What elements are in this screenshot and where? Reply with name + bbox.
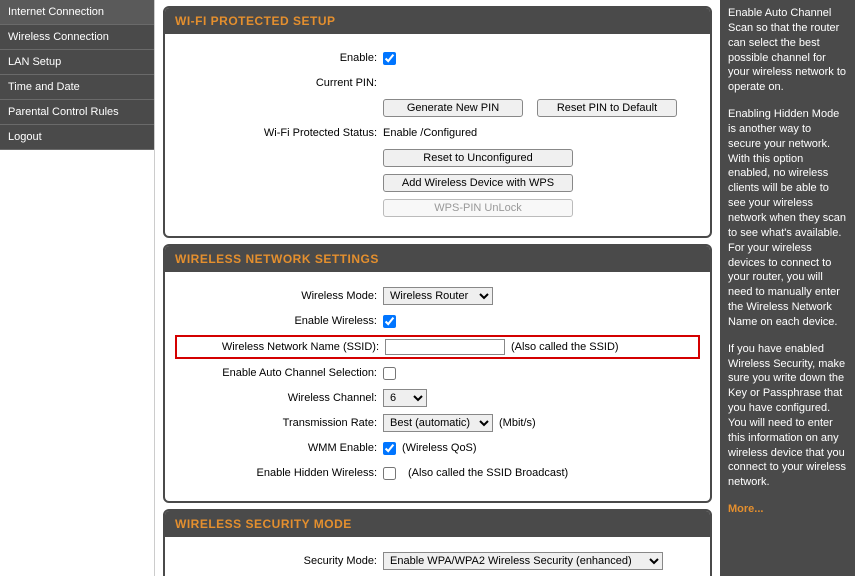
wlan-panel: WIRELESS NETWORK SETTINGS Wireless Mode:… bbox=[163, 244, 712, 503]
rate-unit: (Mbit/s) bbox=[499, 417, 536, 429]
sidebar-label: Time and Date bbox=[8, 81, 80, 93]
generate-pin-button[interactable]: Generate New PIN bbox=[383, 99, 523, 117]
sidebar-label: Internet Connection bbox=[8, 6, 104, 18]
sidebar-label: Parental Control Rules bbox=[8, 106, 119, 118]
wireless-mode-select[interactable]: Wireless Router bbox=[383, 287, 493, 305]
sidebar-item-time[interactable]: Time and Date bbox=[0, 75, 154, 100]
wps-title: WI-FI PROTECTED SETUP bbox=[165, 8, 710, 34]
ssid-row-highlight: Wireless Network Name (SSID): (Also call… bbox=[175, 335, 700, 359]
ssid-hint: (Also called the SSID) bbox=[511, 341, 619, 353]
security-title: WIRELESS SECURITY MODE bbox=[165, 511, 710, 537]
wps-pin-unlock-button[interactable]: WPS-PIN UnLock bbox=[383, 199, 573, 217]
sidebar-label: Logout bbox=[8, 131, 42, 143]
hidden-hint: (Also called the SSID Broadcast) bbox=[408, 467, 568, 479]
security-mode-select[interactable]: Enable WPA/WPA2 Wireless Security (enhan… bbox=[383, 552, 663, 570]
ssid-label: Wireless Network Name (SSID): bbox=[179, 341, 385, 353]
rate-label: Transmission Rate: bbox=[177, 417, 383, 429]
help-panel: Enable Auto Channel Scan so that the rou… bbox=[720, 0, 855, 576]
main-content: WI-FI PROTECTED SETUP Enable: Current PI… bbox=[155, 0, 720, 576]
sidebar: Internet Connection Wireless Connection … bbox=[0, 0, 155, 576]
sidebar-item-internet[interactable]: Internet Connection bbox=[0, 0, 154, 25]
reset-pin-button[interactable]: Reset PIN to Default bbox=[537, 99, 677, 117]
hidden-label: Enable Hidden Wireless: bbox=[177, 467, 383, 479]
wireless-channel-select[interactable]: 6 bbox=[383, 389, 427, 407]
wps-status-value: Enable /Configured bbox=[383, 127, 477, 139]
wps-enable-label: Enable: bbox=[177, 52, 383, 64]
wlan-mode-label: Wireless Mode: bbox=[177, 290, 383, 302]
sidebar-item-wireless[interactable]: Wireless Connection bbox=[0, 25, 154, 50]
security-panel: WIRELESS SECURITY MODE Security Mode: En… bbox=[163, 509, 712, 576]
auto-channel-checkbox[interactable] bbox=[383, 367, 396, 380]
sidebar-item-logout[interactable]: Logout bbox=[0, 125, 154, 150]
wps-enable-checkbox[interactable] bbox=[383, 52, 396, 65]
enable-wireless-checkbox[interactable] bbox=[383, 315, 396, 328]
wps-pin-label: Current PIN: bbox=[177, 77, 383, 89]
wmm-hint: (Wireless QoS) bbox=[402, 442, 477, 454]
wmm-enable-checkbox[interactable] bbox=[383, 442, 396, 455]
security-mode-label: Security Mode: bbox=[177, 555, 383, 567]
wps-status-label: Wi-Fi Protected Status: bbox=[177, 127, 383, 139]
ssid-input[interactable] bbox=[385, 339, 505, 355]
wmm-label: WMM Enable: bbox=[177, 442, 383, 454]
wps-panel: WI-FI PROTECTED SETUP Enable: Current PI… bbox=[163, 6, 712, 238]
wlan-title: WIRELESS NETWORK SETTINGS bbox=[165, 246, 710, 272]
sidebar-label: Wireless Connection bbox=[8, 31, 109, 43]
help-paragraph: Enable Auto Channel Scan so that the rou… bbox=[728, 6, 847, 95]
hidden-wireless-checkbox[interactable] bbox=[383, 467, 396, 480]
sidebar-item-lan[interactable]: LAN Setup bbox=[0, 50, 154, 75]
add-wireless-device-button[interactable]: Add Wireless Device with WPS bbox=[383, 174, 573, 192]
wlan-enable-label: Enable Wireless: bbox=[177, 315, 383, 327]
reset-unconfigured-button[interactable]: Reset to Unconfigured bbox=[383, 149, 573, 167]
channel-label: Wireless Channel: bbox=[177, 392, 383, 404]
help-more-link[interactable]: More... bbox=[728, 503, 763, 515]
sidebar-label: LAN Setup bbox=[8, 56, 61, 68]
sidebar-item-parental[interactable]: Parental Control Rules bbox=[0, 100, 154, 125]
auto-channel-label: Enable Auto Channel Selection: bbox=[177, 367, 383, 379]
help-paragraph: Enabling Hidden Mode is another way to s… bbox=[728, 107, 847, 330]
transmission-rate-select[interactable]: Best (automatic) bbox=[383, 414, 493, 432]
help-paragraph: If you have enabled Wireless Security, m… bbox=[728, 342, 847, 490]
